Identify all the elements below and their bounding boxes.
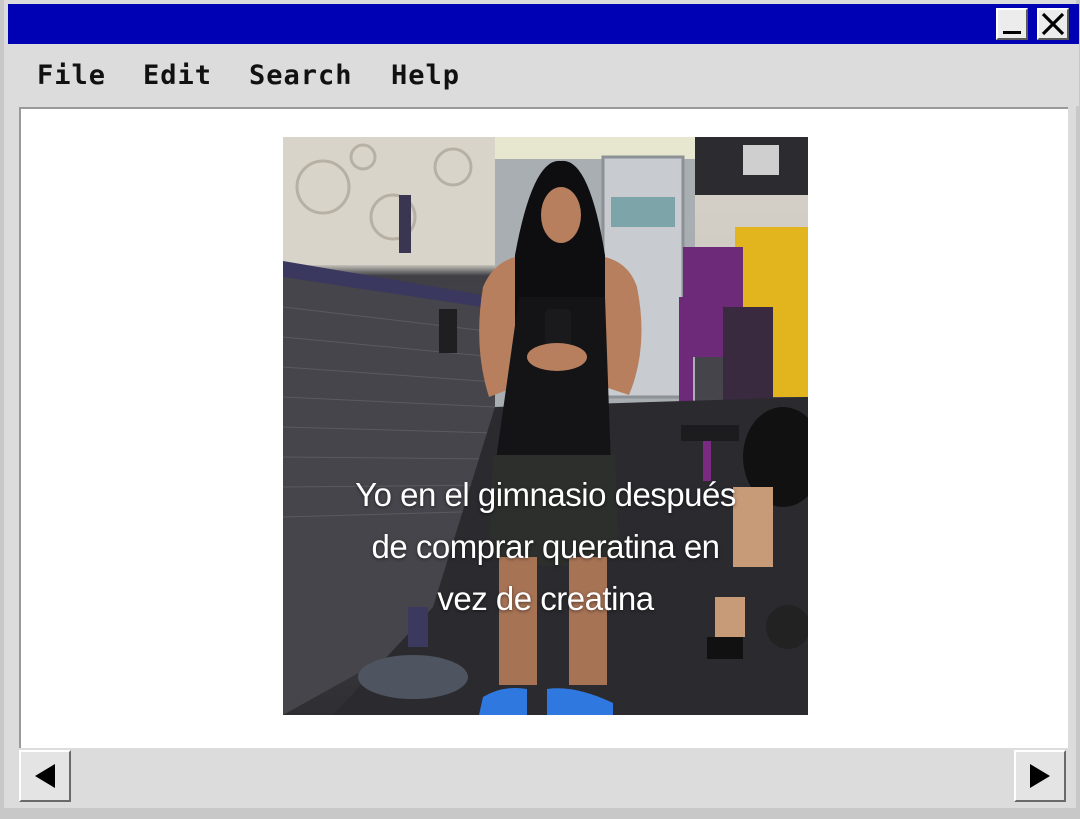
- horizontal-scrollbar[interactable]: [19, 748, 1068, 806]
- content-area: Yo en el gimnasio después de comprar que…: [19, 107, 1068, 748]
- caption-line: de comprar queratina en: [371, 528, 720, 565]
- minimize-icon: [1003, 31, 1021, 34]
- close-button[interactable]: [1037, 8, 1069, 40]
- scroll-left-button[interactable]: [19, 750, 71, 802]
- menu-help[interactable]: Help: [391, 60, 460, 91]
- photo-illustration: [283, 137, 808, 715]
- caption-line: Yo en el gimnasio después: [355, 476, 736, 513]
- menu-edit[interactable]: Edit: [143, 60, 212, 91]
- menu-file[interactable]: File: [37, 60, 106, 91]
- window-bottom-border: [4, 808, 1080, 819]
- arrow-right-icon: [1030, 764, 1050, 788]
- minimize-button[interactable]: [996, 8, 1028, 40]
- image-caption: Yo en el gimnasio después de comprar que…: [283, 469, 808, 625]
- menu-search[interactable]: Search: [249, 60, 353, 91]
- scroll-right-button[interactable]: [1014, 750, 1066, 802]
- menu-bar: File Edit Search Help: [8, 44, 1079, 106]
- app-window: File Edit Search Help Yo en el gimnasio …: [0, 0, 1080, 819]
- title-bar[interactable]: [8, 4, 1079, 44]
- arrow-left-icon: [35, 764, 55, 788]
- close-icon: [1041, 12, 1065, 36]
- caption-line: vez de creatina: [437, 580, 654, 617]
- gym-photo: Yo en el gimnasio después de comprar que…: [283, 137, 808, 715]
